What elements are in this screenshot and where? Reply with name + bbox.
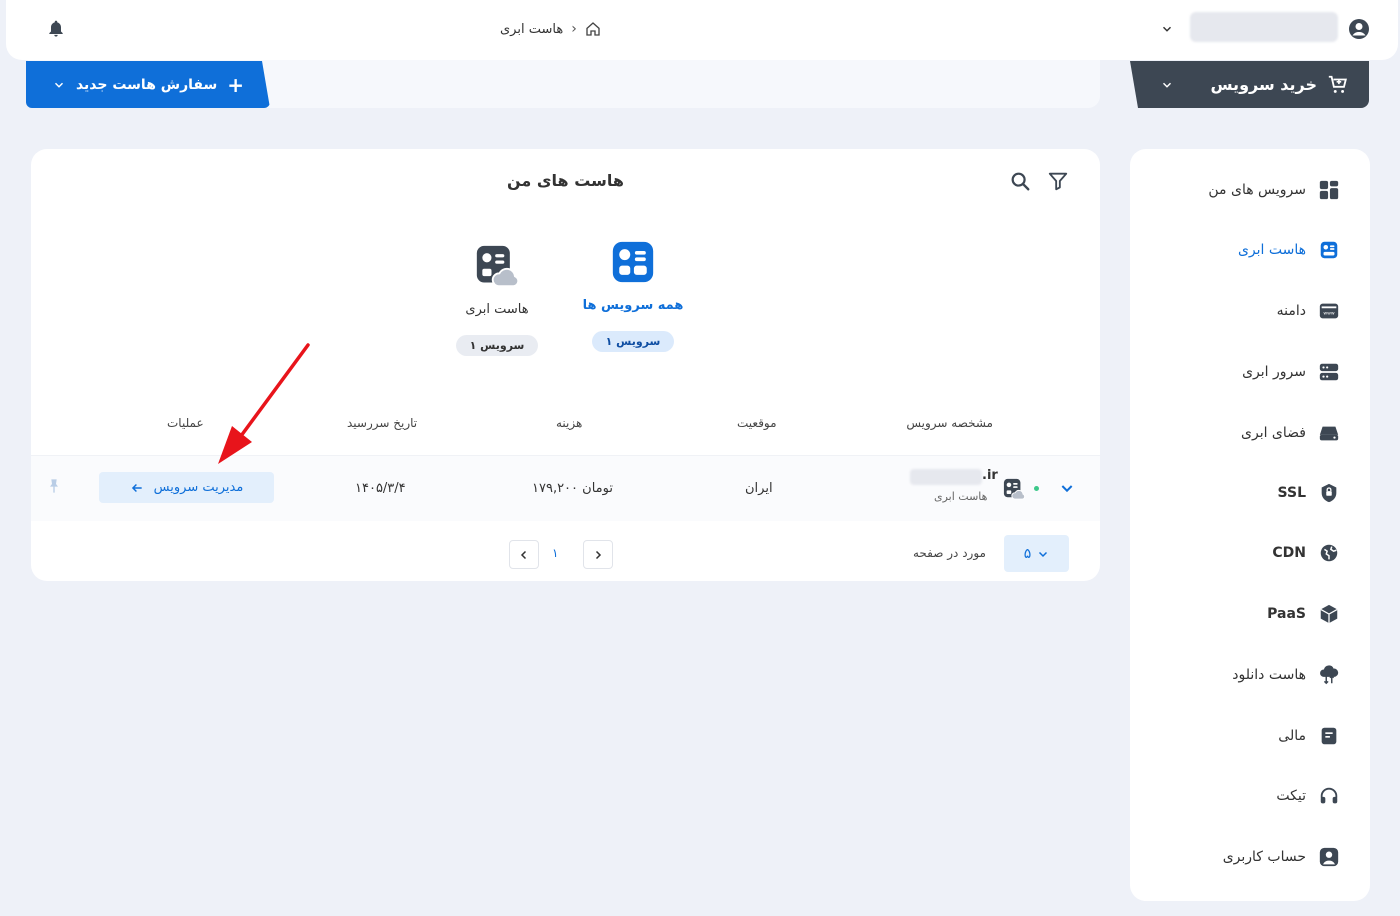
header-due-date: تاریخ سررسید [347,416,418,430]
bell-icon[interactable] [46,19,66,39]
shield-icon [1321,483,1337,503]
service-type: هاست ابری [934,490,988,503]
account-circle-icon[interactable] [1347,17,1371,41]
header-operations: عملیات [167,416,204,430]
current-page[interactable]: ۱ [552,546,558,560]
annotation-arrow-icon [218,343,310,464]
sidebar-item-account[interactable]: حساب کاربری [1223,846,1340,868]
globe-icon [1320,544,1338,562]
sidebar-item-domain[interactable]: دامنه www [1277,300,1340,322]
sidebar-item-cloud-storage[interactable]: فضای ابری [1241,422,1340,444]
chevron-right-icon [595,550,602,559]
sidebar-item-label: هاست ابری [1237,242,1306,258]
domain-icon: www [1319,303,1339,319]
status-dot [1034,486,1039,491]
sidebar-item-paas[interactable]: PaaS [1267,603,1340,625]
expand-chevron-icon[interactable] [1059,480,1075,496]
sidebar-item-label: CDN [1272,545,1306,561]
buy-service-label: خرید سرویس [1210,75,1317,94]
sidebar-item-label: فضای ابری [1241,425,1306,441]
category-all-services[interactable]: همه سرویس ها ۱ سرویس [563,240,703,352]
download-cloud-icon [1320,665,1339,685]
sidebar-item-cloud-server[interactable]: سرور ابری [1242,361,1340,383]
due-date-cell: ۱۴۰۵/۳/۴ [355,481,406,496]
search-icon[interactable] [1009,170,1031,192]
breadcrumb: هاست ابری › [500,18,601,40]
chevron-down-icon [1162,82,1172,88]
chevron-left-icon [520,550,527,559]
chevron-down-icon [1039,551,1048,557]
manage-service-label: مدیریت سرویس [153,480,244,495]
svg-text:www: www [1323,312,1334,317]
manage-service-button[interactable]: مدیریت سرویس [99,472,274,503]
sidebar-item-label: مالی [1278,728,1306,744]
category-count-badge: ۱ سرویس [455,335,539,356]
sidebar-item-ssl[interactable]: SSL [1278,482,1340,504]
sidebar-item-finance[interactable]: مالی [1278,725,1340,747]
username-blurred[interactable] [1190,12,1338,42]
per-page-value: ۵ [1023,545,1032,562]
cost-cell: ۱۷۹,۲۰۰ تومان [532,481,613,496]
filter-icon[interactable] [1047,170,1069,192]
sidebar-item-label: سرویس های من [1208,182,1306,198]
domain-suffix: .ir [982,468,998,483]
location-cell: ایران [745,481,773,496]
chevron-down-icon[interactable] [1160,22,1174,36]
grid-icon [1319,180,1339,200]
cart-icon [1328,75,1347,93]
finance-icon [1321,727,1337,745]
category-cloud-host[interactable]: هاست ابری ۱ سرویس [427,244,567,356]
pin-icon[interactable] [46,477,62,495]
buy-service-button[interactable]: خرید سرویس [1130,61,1369,108]
all-services-icon [612,241,654,283]
per-page-label: مورد در صفحه [913,546,986,560]
category-count-badge: ۱ سرویس [591,331,675,352]
sidebar-item-ticket[interactable]: تیکت [1276,785,1340,807]
server-icon [1319,363,1339,381]
order-new-host-label: سفارش هاست جدید [75,76,218,93]
cloud-host-icon [1320,241,1338,259]
sidebar-item-label: تیکت [1276,788,1306,804]
user-icon [1319,847,1339,867]
sidebar-item-label: سرور ابری [1242,364,1306,380]
breadcrumb-item[interactable]: هاست ابری [500,22,563,37]
sidebar-item-label: حساب کاربری [1222,849,1306,865]
sidebar-item-cdn[interactable]: CDN [1272,542,1340,564]
sidebar-item-download-host[interactable]: هاست دانلود [1232,664,1340,686]
sidebar-item-label: PaaS [1267,606,1306,622]
next-page-button[interactable] [583,540,613,569]
home-icon[interactable] [585,21,601,37]
page-title: هاست های من [507,171,624,190]
sidebar: سرویس های من هاست ابری دامنه www سرور اب… [1130,149,1370,901]
header-service-id: مشخصه سرویس [906,416,993,430]
category-label: همه سرویس ها [582,298,684,313]
domain-name-blurred [910,469,982,485]
header-cost: هزینه [556,416,583,430]
cube-icon [1320,604,1338,624]
header-location: موقعیت [737,416,777,430]
sidebar-item-label: هاست دانلود [1232,667,1306,683]
chevron-down-icon [54,82,63,88]
chevron-right-icon: › [571,21,577,37]
per-page-select[interactable]: ۵ [1004,535,1069,572]
sidebar-item-label: SSL [1277,485,1306,501]
prev-page-button[interactable] [509,540,539,569]
cloud-host-icon [476,245,520,288]
sidebar-item-my-services[interactable]: سرویس های من [1208,179,1340,201]
sidebar-item-label: دامنه [1276,303,1306,319]
arrow-left-icon [131,483,142,492]
sidebar-item-cloud-host[interactable]: هاست ابری [1238,239,1340,261]
cloud-host-icon [1003,478,1025,500]
headset-icon [1320,787,1338,804]
plus-icon: + [227,72,245,97]
order-new-host-button[interactable]: سفارش هاست جدید + [26,61,270,108]
cloud-storage-icon [1319,426,1339,441]
category-label: هاست ابری [465,302,529,317]
